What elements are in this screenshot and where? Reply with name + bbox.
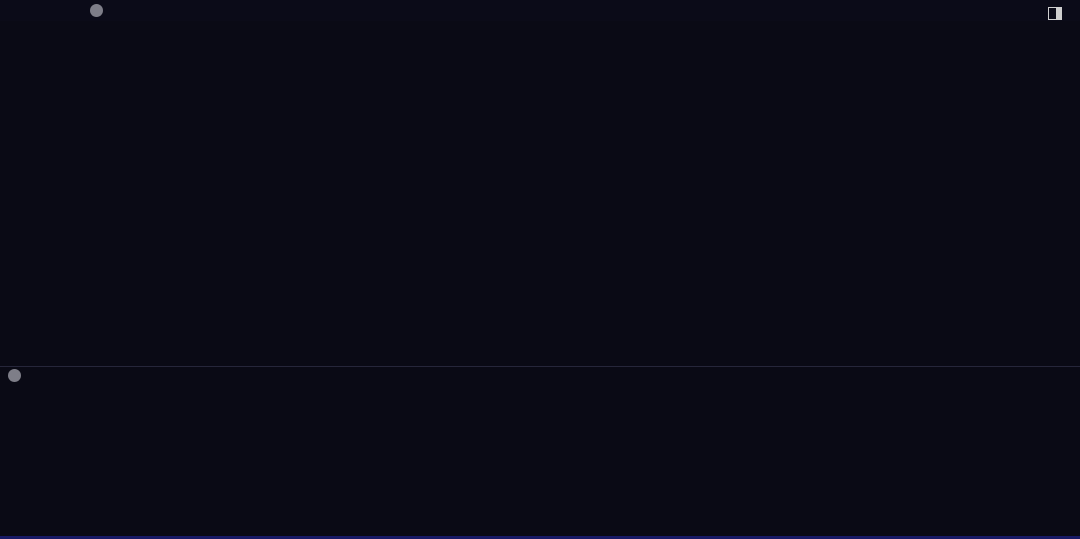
pane-divider[interactable] (0, 366, 1080, 367)
split-window-icon[interactable] (1048, 7, 1062, 20)
chevron-down-icon[interactable] (90, 4, 103, 17)
chevron-down-icon[interactable] (8, 369, 21, 382)
sub-chart-pane[interactable] (0, 0, 1080, 539)
stock-chart-window (0, 0, 1080, 539)
sub-pane-header (0, 369, 1080, 385)
main-pane-header (0, 0, 1080, 21)
